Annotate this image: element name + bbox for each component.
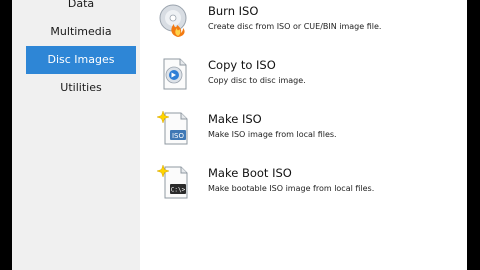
action-description: Copy disc to disc image.	[208, 76, 306, 85]
main-content: Burn ISO Create disc from ISO or CUE/BIN…	[140, 0, 467, 270]
action-title: Make ISO	[208, 112, 262, 126]
sidebar-item-data[interactable]: Data	[26, 0, 136, 18]
disc-copy-icon	[163, 58, 187, 90]
action-description: Make bootable ISO image from local files…	[208, 184, 375, 193]
copy-to-iso-action[interactable]: Copy to ISO Copy disc to disc image.	[156, 56, 456, 100]
boot-label: C:\>	[171, 187, 186, 194]
action-title: Copy to ISO	[208, 58, 276, 72]
iso-label: ISO	[172, 132, 185, 140]
make-boot-iso-action[interactable]: C:\> Make Boot ISO Make bootable ISO ima…	[156, 164, 456, 208]
make-iso-action[interactable]: ISO Make ISO Make ISO image from local f…	[156, 110, 456, 154]
action-title: Make Boot ISO	[208, 166, 292, 180]
disc-fire-icon	[159, 4, 187, 37]
sidebar-item-utilities[interactable]: Utilities	[26, 74, 136, 102]
sidebar: Data Multimedia Disc Images Utilities	[12, 0, 140, 270]
action-description: Make ISO image from local files.	[208, 130, 337, 139]
window-edge	[467, 0, 480, 270]
boot-iso-icon: C:\>	[156, 164, 188, 199]
sidebar-item-disc-images[interactable]: Disc Images	[26, 46, 136, 74]
iso-file-icon: ISO	[156, 110, 188, 145]
burn-iso-action[interactable]: Burn ISO Create disc from ISO or CUE/BIN…	[156, 2, 456, 46]
sidebar-item-multimedia[interactable]: Multimedia	[26, 18, 136, 46]
action-title: Burn ISO	[208, 4, 259, 18]
action-description: Create disc from ISO or CUE/BIN image fi…	[208, 22, 382, 31]
